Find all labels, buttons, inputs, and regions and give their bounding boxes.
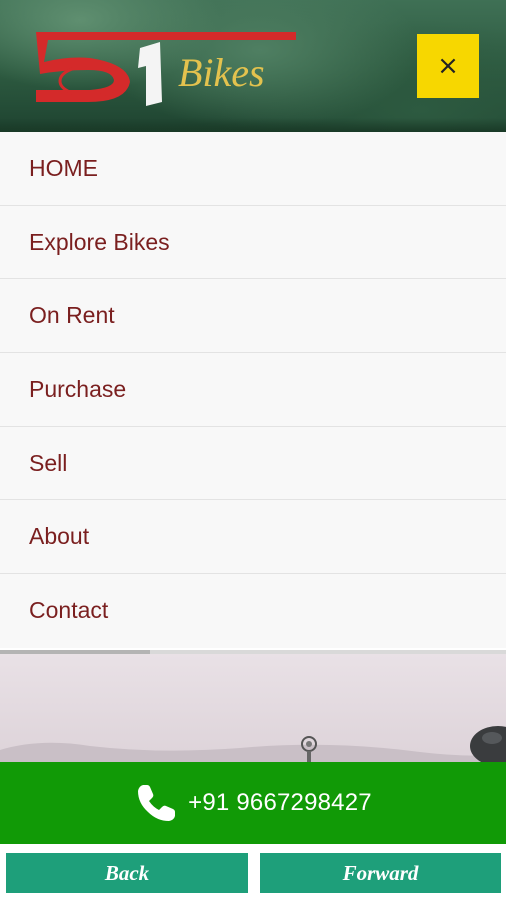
hero-image: [0, 654, 506, 762]
nav-menu: HOME Explore Bikes On Rent Purchase Sell…: [0, 132, 506, 648]
cyclist-figure: [301, 736, 317, 762]
header-tree-silhouette: [0, 118, 506, 132]
menu-item-contact[interactable]: Contact: [0, 574, 506, 648]
close-icon: ×: [437, 51, 459, 81]
site-header: Bikes ×: [0, 0, 506, 132]
menu-item-purchase[interactable]: Purchase: [0, 353, 506, 427]
phone-number: +91 9667298427: [188, 789, 372, 816]
back-button[interactable]: Back: [6, 853, 248, 893]
menu-item-explore-bikes[interactable]: Explore Bikes: [0, 205, 506, 280]
forward-button[interactable]: Forward: [260, 853, 501, 893]
site-logo[interactable]: Bikes: [28, 26, 298, 112]
hero-hill: [0, 742, 506, 762]
logo-brand-text: Bikes: [178, 50, 265, 95]
hero-rock: [470, 726, 506, 762]
bottom-navigation: Back Forward: [0, 844, 506, 900]
menu-item-about[interactable]: About: [0, 500, 506, 575]
call-button[interactable]: +91 9667298427: [0, 762, 506, 844]
menu-item-home[interactable]: HOME: [0, 132, 506, 206]
close-menu-button[interactable]: ×: [417, 34, 479, 98]
phone-icon: [138, 785, 176, 821]
menu-item-sell[interactable]: Sell: [0, 426, 506, 501]
menu-item-on-rent[interactable]: On Rent: [0, 279, 506, 354]
